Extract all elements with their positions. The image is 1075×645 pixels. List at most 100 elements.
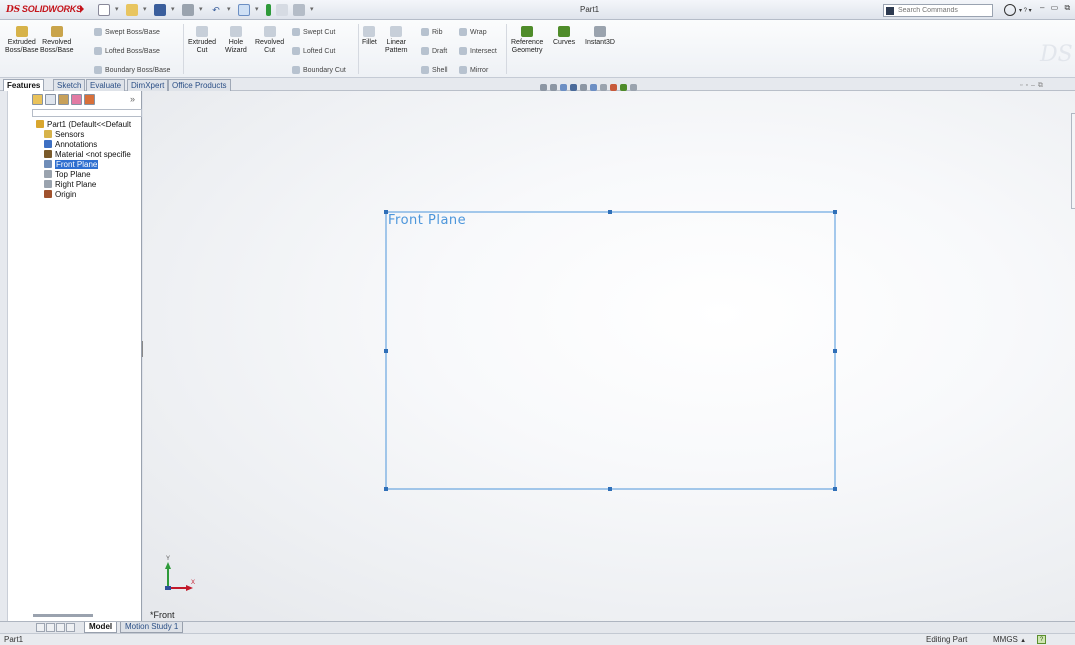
unit-system-selector[interactable]: MMGS ▲ [993,634,1026,645]
graphics-area[interactable]: Front Plane Y X *Front [143,91,1075,621]
tree-item-right-plane[interactable]: Right Plane [44,179,96,189]
tab-dimxpert[interactable]: DimXpert [127,79,169,91]
revolved-boss-button[interactable]: Revolved Boss/Base [40,26,73,55]
panel-scroll-handle[interactable] [33,614,93,617]
intersect-button[interactable]: Intersect [459,47,497,55]
wrap-icon [459,28,467,36]
save-icon[interactable] [154,4,166,16]
tree-item-annotations[interactable]: Annotations [44,139,97,149]
more-tabs-icon[interactable]: » [130,94,135,104]
new-icon[interactable] [98,4,110,16]
dropdown-arrow-icon[interactable]: ▾ [310,4,316,16]
edit-appearance-icon[interactable] [610,83,617,91]
search-input[interactable] [898,5,988,16]
linear-pattern-button[interactable]: Linear Pattern [385,26,408,55]
tree-item-part[interactable]: Part1 (Default<<Default [36,119,131,129]
revolved-cut-button[interactable]: Revolved Cut [255,26,284,55]
tree-item-sensors[interactable]: Sensors [44,129,84,139]
tree-item-front-plane[interactable]: Front Plane [44,159,99,169]
lofted-cut-button[interactable]: Lofted Cut [292,47,335,55]
open-icon[interactable] [126,4,138,16]
task-pane-scroll[interactable] [1071,113,1075,209]
select-icon[interactable] [238,4,250,16]
search-box[interactable] [883,4,993,17]
tree-item-origin[interactable]: Origin [44,189,76,199]
dropdown-arrow-icon[interactable]: ▾ [171,4,177,16]
wrap-button[interactable]: Wrap [459,28,487,36]
shell-button[interactable]: Shell [421,66,448,74]
quick-tips-icon[interactable]: ? [1037,635,1046,644]
triad-y-label: Y [166,556,171,562]
plane-icon [44,180,52,188]
dimxpert-manager-tab-icon[interactable] [71,94,82,105]
previous-view-icon[interactable] [560,83,567,91]
tab-features[interactable]: Features [3,79,45,91]
display-style-icon[interactable] [590,83,597,91]
window-controls[interactable]: ‒ ▭ ⧉ [1040,3,1072,13]
boundary-boss-button[interactable]: Boundary Boss/Base [94,66,170,74]
display-manager-tab-icon[interactable] [84,94,95,105]
dropdown-arrow-icon[interactable]: ▾ [143,4,149,16]
rebuild-icon[interactable] [266,4,271,16]
menu-expand-icon[interactable] [80,5,84,13]
swept-boss-button[interactable]: Swept Boss/Base [94,28,160,36]
configuration-manager-tab-icon[interactable] [58,94,69,105]
viewport-window-controls[interactable]: ▫▫‒⧉ [1020,82,1046,90]
dropdown-arrow-icon[interactable]: ▾ [227,4,233,16]
sensors-icon [44,130,52,138]
undo-icon[interactable]: ↶ [210,4,222,16]
zoom-to-area-icon[interactable] [550,83,557,91]
swept-cut-button[interactable]: Swept Cut [292,28,335,36]
dropdown-arrow-icon[interactable]: ▾ [115,4,121,16]
extruded-cut-button[interactable]: Extruded Cut [188,26,216,55]
reference-geometry-button[interactable]: Reference Geometry [511,26,543,55]
dropdown-arrow-icon[interactable]: ▾ [255,4,261,16]
front-plane-outline[interactable] [143,91,1075,621]
tab-evaluate[interactable]: Evaluate [86,79,126,91]
feature-tree-filter[interactable] [32,109,142,117]
draft-button[interactable]: Draft [421,47,447,55]
group-divider [183,24,184,74]
tree-item-material[interactable]: Material <not specifie [44,149,131,159]
file-properties-icon[interactable] [276,4,288,16]
previous-tab-icon[interactable] [46,623,55,632]
tab-motion-study[interactable]: Motion Study 1 [120,622,184,633]
dropdown-arrow-icon[interactable]: ▾ [199,4,205,16]
feature-manager-tab-icon[interactable] [32,94,43,105]
property-manager-tab-icon[interactable] [45,94,56,105]
solidworks-logo[interactable]: DS SOLIDWORKS [6,4,82,15]
hide-show-items-icon[interactable] [600,83,607,91]
tab-model[interactable]: Model [84,622,118,633]
curves-button[interactable]: Curves [553,26,575,47]
next-tab-icon[interactable] [56,623,65,632]
instant3d-button[interactable]: Instant3D [585,26,615,47]
hole-wizard-button[interactable]: Hole Wizard [225,26,247,55]
plane-icon [44,160,52,168]
origin-icon [44,190,52,198]
tab-office-products[interactable]: Office Products [168,79,231,91]
mirror-button[interactable]: Mirror [459,66,488,74]
boundary-boss-icon [94,66,102,74]
section-view-icon[interactable] [570,83,577,91]
view-settings-icon[interactable] [630,83,637,91]
zoom-to-fit-icon[interactable] [540,83,547,91]
print-icon[interactable] [182,4,194,16]
extruded-boss-button[interactable]: Extruded Boss/Base [5,26,38,55]
first-tab-icon[interactable] [36,623,45,632]
search-icon[interactable] [1004,4,1016,16]
options-icon[interactable] [293,4,305,16]
tab-sketch[interactable]: Sketch [53,79,86,91]
lofted-cut-icon [292,47,300,55]
title-bar: DSSOLIDWORKS ▾ ▾ ▾ ▾ ↶ ▾ ▾ ▾ Part1 ▾ ? ▾… [0,0,1075,20]
lofted-boss-button[interactable]: Lofted Boss/Base [94,47,160,55]
document-title: Part1 [580,5,600,14]
tree-item-top-plane[interactable]: Top Plane [44,169,91,179]
rib-button[interactable]: Rib [421,28,443,36]
plane-icon [44,170,52,178]
help-dropdown-icon[interactable]: ▾ ? ▾ [1019,7,1032,14]
apply-scene-icon[interactable] [620,83,627,91]
view-orientation-icon[interactable] [580,83,587,91]
fillet-button[interactable]: Fillet [362,26,377,47]
last-tab-icon[interactable] [66,623,75,632]
boundary-cut-button[interactable]: Boundary Cut [292,66,346,74]
